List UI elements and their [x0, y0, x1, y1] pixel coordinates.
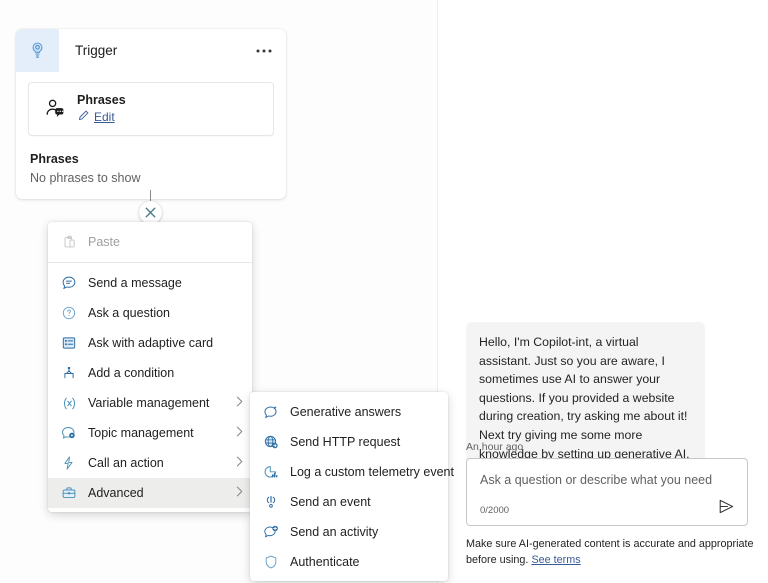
menu-item-send-a-message-label: Send a message — [88, 276, 182, 290]
authoring-canvas: Trigger Phrases Edit Phrases No phrases … — [0, 0, 454, 583]
menu-item-generative-answers[interactable]: Generative answers — [250, 397, 448, 427]
app-root: Trigger Phrases Edit Phrases No phrases … — [0, 0, 768, 583]
chevron-right-icon — [236, 394, 243, 412]
chevron-right-icon — [236, 454, 243, 472]
test-copilot-chat-panel: Hello, I'm Copilot-int, a virtual assist… — [438, 0, 768, 583]
menu-item-add-a-condition[interactable]: Add a condition — [48, 358, 252, 388]
menu-item-ask-a-question[interactable]: Ask a question — [48, 298, 252, 328]
trigger-node-header: Trigger — [16, 29, 286, 72]
menu-item-advanced-label: Advanced — [88, 486, 144, 500]
phrases-card-title: Phrases — [77, 93, 126, 107]
variable-icon — [58, 395, 80, 412]
person-phrase-icon — [41, 97, 69, 121]
menu-item-variable-management[interactable]: Variable management — [48, 388, 252, 418]
message-icon — [58, 275, 80, 291]
phrases-empty-text: No phrases to show — [30, 171, 141, 185]
menu-item-send-an-event-label: Send an event — [290, 495, 371, 509]
trigger-node-more-button[interactable] — [252, 39, 276, 63]
shield-icon — [260, 554, 282, 570]
phrases-card-text: Phrases Edit — [77, 93, 126, 125]
menu-item-paste-label: Paste — [88, 235, 120, 249]
menu-item-send-an-activity[interactable]: Send an activity — [250, 517, 448, 547]
pencil-icon — [77, 109, 90, 125]
menu-item-ask-with-adaptive-card[interactable]: Ask with adaptive card — [48, 328, 252, 358]
menu-item-send-http-request[interactable]: Send HTTP request — [250, 427, 448, 457]
condition-branch-icon — [58, 365, 80, 381]
menu-item-send-a-message[interactable]: Send a message — [48, 268, 252, 298]
chevron-right-icon — [236, 484, 243, 502]
character-counter: 0/2000 — [480, 505, 510, 516]
question-icon — [58, 305, 80, 321]
adaptive-card-icon — [58, 335, 80, 351]
paste-icon — [58, 235, 80, 250]
menu-item-generative-answers-label: Generative answers — [290, 405, 402, 419]
ai-disclaimer: Make sure AI-generated content is accura… — [466, 537, 756, 568]
trigger-node[interactable]: Trigger Phrases Edit Phrases No phrases … — [16, 29, 286, 199]
message-timestamp: An hour ago — [466, 441, 524, 453]
menu-item-topic-management-label: Topic management — [88, 426, 194, 440]
phrases-section-title: Phrases — [30, 152, 79, 166]
trigger-lightbulb-icon — [16, 29, 59, 72]
menu-item-advanced[interactable]: Advanced — [48, 478, 252, 508]
advanced-toolbox-icon — [58, 485, 80, 501]
send-arrow-icon[interactable] — [714, 494, 738, 518]
menu-item-authenticate[interactable]: Authenticate — [250, 547, 448, 577]
menu-item-ask-a-question-label: Ask a question — [88, 306, 170, 320]
menu-item-send-an-activity-label: Send an activity — [290, 525, 379, 539]
chevron-right-icon — [236, 424, 243, 442]
menu-item-log-a-custom-telemetry-event-label: Log a custom telemetry event — [290, 465, 454, 479]
action-bolt-icon — [58, 455, 80, 471]
activity-chat-icon — [260, 524, 282, 540]
phrases-edit-link[interactable]: Edit — [77, 109, 126, 125]
topic-gear-icon — [58, 425, 80, 441]
chat-input[interactable]: Ask a question or describe what you need — [480, 473, 712, 487]
advanced-submenu[interactable]: Generative answers Send HTTP request Log… — [250, 392, 454, 581]
menu-item-topic-management[interactable]: Topic management — [48, 418, 252, 448]
ai-disclaimer-text: Make sure AI-generated content is accura… — [466, 538, 754, 566]
menu-item-call-an-action[interactable]: Call an action — [48, 448, 252, 478]
phrases-edit-label[interactable]: Edit — [94, 110, 115, 124]
trigger-node-body: Phrases Edit Phrases No phrases to show — [16, 72, 286, 199]
menu-item-log-a-custom-telemetry-event[interactable]: Log a custom telemetry event — [250, 457, 454, 487]
close-x-icon[interactable] — [139, 201, 162, 224]
phrases-section: Phrases No phrases to show — [28, 152, 274, 185]
event-icon — [260, 494, 282, 510]
menu-separator — [48, 262, 252, 263]
node-add-menu[interactable]: Paste Send a message Ask a question Ask … — [48, 222, 252, 512]
menu-item-authenticate-label: Authenticate — [290, 555, 360, 569]
trigger-node-title: Trigger — [75, 43, 118, 58]
menu-item-add-a-condition-label: Add a condition — [88, 366, 175, 380]
menu-item-send-http-request-label: Send HTTP request — [290, 435, 401, 449]
menu-item-send-an-event[interactable]: Send an event — [250, 487, 448, 517]
generative-answers-icon — [260, 404, 282, 420]
chat-composer[interactable]: Ask a question or describe what you need… — [466, 458, 748, 526]
phrases-card[interactable]: Phrases Edit — [28, 82, 274, 136]
menu-item-ask-with-adaptive-card-label: Ask with adaptive card — [88, 336, 214, 350]
menu-item-variable-management-label: Variable management — [88, 396, 210, 410]
telemetry-chart-icon — [260, 464, 282, 480]
see-terms-link[interactable]: See terms — [531, 554, 580, 566]
menu-item-call-an-action-label: Call an action — [88, 456, 164, 470]
globe-http-icon — [260, 434, 282, 450]
menu-item-paste[interactable]: Paste — [48, 227, 252, 257]
